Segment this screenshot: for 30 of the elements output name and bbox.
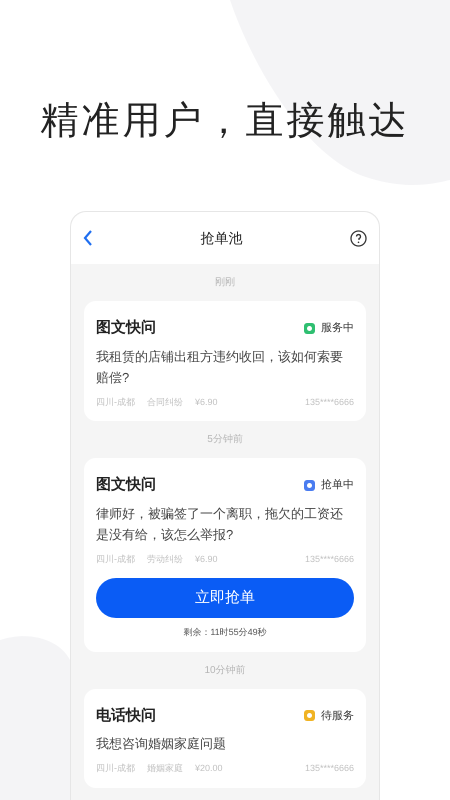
phone-text: 135****6666 xyxy=(304,552,354,566)
phone-text: 135****6666 xyxy=(304,396,354,408)
price-text: ¥6.90 xyxy=(195,552,218,566)
category-text: 婚姻家庭 xyxy=(147,762,183,775)
headline: 精准用户，直接触达 xyxy=(40,99,410,144)
time-label: 刚刚 xyxy=(214,276,236,290)
category-text: 劳动纠纷 xyxy=(147,552,183,566)
status-label: 抢单中 xyxy=(321,478,354,493)
remaining-time: 剩余：11时55分49秒 xyxy=(182,626,268,639)
price-text: ¥6.90 xyxy=(195,396,218,408)
category-text: 合同纠纷 xyxy=(147,396,183,408)
time-label: 10分钟前 xyxy=(203,664,247,678)
order-type: 图文快问 xyxy=(96,318,156,338)
phone-text: 135****6666 xyxy=(304,762,354,775)
back-icon[interactable] xyxy=(83,230,93,246)
location-text: 四川-成都 xyxy=(96,396,135,408)
help-icon[interactable] xyxy=(350,230,367,246)
page-title: 抢单池 xyxy=(200,228,242,248)
order-type: 电话快问 xyxy=(96,706,156,726)
price-text: ¥20.00 xyxy=(195,762,223,775)
location-text: 四川-成都 xyxy=(96,552,135,566)
question-text: 律师好，被骗签了一个离职，拖欠的工资还是没有给，该怎么举报? xyxy=(96,504,344,544)
question-text: 我租赁的店铺出租方违约收回，该如何索要赔偿? xyxy=(96,348,344,386)
grab-order-button[interactable]: 立即抢单 xyxy=(96,578,354,618)
question-text: 我想咨询婚姻家庭问题 xyxy=(96,735,227,753)
location-text: 四川-成都 xyxy=(96,762,135,775)
status-label: 服务中 xyxy=(321,321,354,336)
status-label: 待服务 xyxy=(321,708,354,724)
time-label: 5分钟前 xyxy=(206,432,244,447)
order-type: 图文快问 xyxy=(96,475,156,495)
